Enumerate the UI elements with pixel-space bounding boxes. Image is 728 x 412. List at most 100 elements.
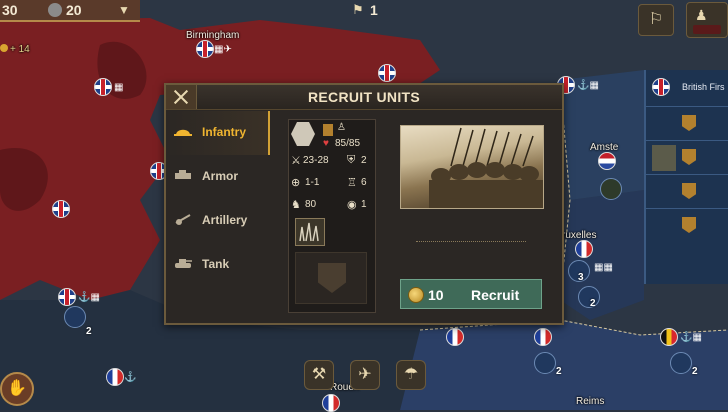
uk-flag-icon xyxy=(652,78,670,96)
france-flag-icon[interactable] xyxy=(106,368,124,386)
ability-slot-locked[interactable] xyxy=(295,252,367,304)
recruit-cost: 10 xyxy=(428,287,444,303)
unit-count: 2 xyxy=(556,366,562,377)
unit-portrait xyxy=(400,125,544,209)
france-flag-icon[interactable] xyxy=(575,240,593,258)
france-flag-icon[interactable] xyxy=(446,328,464,346)
faction-side-panel: British Firs xyxy=(644,70,728,284)
port-icon: ⚓ xyxy=(124,372,137,383)
unit-count: 2 xyxy=(692,366,698,377)
rank-icon xyxy=(323,124,333,136)
defense-value: 2 xyxy=(361,155,367,166)
soldier-icon: ♟ xyxy=(695,7,708,23)
dialog-title: RECRUIT UNITS xyxy=(307,89,420,105)
coin-icon xyxy=(408,287,424,303)
wheat-icon: ⚑ xyxy=(352,2,364,17)
tab-label: Armor xyxy=(202,169,239,183)
uk-flag-icon[interactable] xyxy=(52,200,70,218)
recruit-label: Recruit xyxy=(471,287,520,303)
building-icon: ▦✈ xyxy=(214,44,232,55)
resource-value-1: 30 xyxy=(2,2,18,18)
tab-label: Tank xyxy=(202,257,230,271)
building-icon: ⚓▦ xyxy=(680,332,702,343)
artillery-icon xyxy=(175,214,191,225)
tab-tank[interactable]: Tank xyxy=(166,243,270,287)
belgium-flag-icon[interactable] xyxy=(660,328,678,346)
tab-armor[interactable]: Armor xyxy=(166,155,270,199)
build-tools-icon[interactable]: ⚒ xyxy=(304,360,334,390)
rank-icon xyxy=(682,217,696,233)
unit-type-tabs: Infantry Armor Artillery Tank xyxy=(166,111,270,287)
resource-bar: 30 20 ▼ xyxy=(0,0,140,22)
tab-label: Artillery xyxy=(202,213,248,227)
unit-stats-panel: ♙ ♥ 85/85 ⚔ 23-28 ⛨ 2 ⊕ 1-1 ♖ 6 ♞ 80 ◉ 1 xyxy=(288,119,376,313)
city-label: Reims xyxy=(576,396,605,407)
range-value: 1-1 xyxy=(305,177,320,188)
resource-value-3: 1 xyxy=(370,2,378,18)
unit-count: 2 xyxy=(590,298,596,309)
port-icon: ⚓▦ xyxy=(577,80,599,91)
officer-unit-icon[interactable] xyxy=(600,178,622,200)
armor-unit-icon[interactable] xyxy=(578,286,600,308)
aircraft-icon[interactable]: ✈ xyxy=(350,360,380,390)
parachute-icon[interactable]: ☂ xyxy=(396,360,426,390)
tab-infantry[interactable]: Infantry xyxy=(166,111,270,155)
diplomacy-flags-icon[interactable]: ⚐ xyxy=(638,4,674,36)
person-icon: ♙ xyxy=(337,122,346,133)
attack-value: 23-28 xyxy=(303,155,329,166)
armor-unit-icon[interactable] xyxy=(670,352,692,374)
eye-icon: ◉ xyxy=(347,199,357,211)
uk-flag-icon[interactable] xyxy=(378,64,396,82)
uk-flag-icon[interactable] xyxy=(196,40,214,58)
building-icon: ▦▦ xyxy=(594,262,613,273)
handshake-icon[interactable]: ✋ xyxy=(0,372,34,406)
netherlands-flag-icon[interactable] xyxy=(598,152,616,170)
hp-value: 85/85 xyxy=(335,138,361,149)
divider xyxy=(416,241,526,243)
france-flag-icon[interactable] xyxy=(534,328,552,346)
auto-toggle-button[interactable]: ♟ xyxy=(686,2,728,38)
ability-grass-icon[interactable] xyxy=(295,218,325,246)
auto-off-switch xyxy=(693,25,721,34)
unit-type-badge-icon xyxy=(291,122,315,146)
side-panel-row[interactable] xyxy=(646,106,728,141)
heart-icon: ♥ xyxy=(323,138,329,149)
city-label: ruxelles xyxy=(562,230,597,241)
side-panel-row[interactable] xyxy=(646,208,728,243)
dialog-header: RECRUIT UNITS xyxy=(166,85,562,110)
port-icon: ⚓▦ xyxy=(78,292,100,303)
shield-emblem-icon xyxy=(318,263,346,293)
tab-label: Infantry xyxy=(202,125,247,139)
shield-icon: ⛨ xyxy=(347,154,356,166)
recruit-button[interactable]: 10 Recruit xyxy=(400,279,542,309)
tab-artillery[interactable]: Artillery xyxy=(166,199,270,243)
rank-icon xyxy=(682,149,696,165)
crosshair-icon: ⊕ xyxy=(291,177,301,189)
chevron-down-icon[interactable]: ▼ xyxy=(118,3,130,17)
armor-icon xyxy=(175,170,191,179)
armor-unit-icon[interactable] xyxy=(534,352,556,374)
industry-icon xyxy=(48,3,62,17)
recruit-units-dialog: RECRUIT UNITS Infantry Armor Artillery T… xyxy=(164,83,564,325)
building-icon: ▦ xyxy=(114,82,124,93)
faction-title: British Firs xyxy=(682,82,725,92)
rank-icon xyxy=(682,115,696,131)
ship-unit-icon[interactable] xyxy=(64,306,86,328)
boot-icon: ♖ xyxy=(347,177,357,189)
city-label: Birmingham xyxy=(186,30,240,41)
attack-icon: ⚔ xyxy=(291,155,301,167)
tank-icon xyxy=(175,259,192,268)
side-panel-row[interactable] xyxy=(646,140,728,175)
resource-value-2: 20 xyxy=(66,2,82,18)
uk-flag-icon[interactable] xyxy=(58,288,76,306)
vision-value: 1 xyxy=(361,199,367,210)
side-panel-row[interactable] xyxy=(646,174,728,209)
france-flag-icon[interactable] xyxy=(322,394,340,412)
uk-flag-icon[interactable] xyxy=(94,78,112,96)
gold-income: + 14 xyxy=(10,44,30,55)
movement-value: 6 xyxy=(361,177,367,188)
general-portrait-icon xyxy=(652,145,676,171)
unit-count: 2 xyxy=(86,326,92,337)
gold-icon xyxy=(0,44,8,52)
infantry-helmet-icon xyxy=(174,129,192,136)
